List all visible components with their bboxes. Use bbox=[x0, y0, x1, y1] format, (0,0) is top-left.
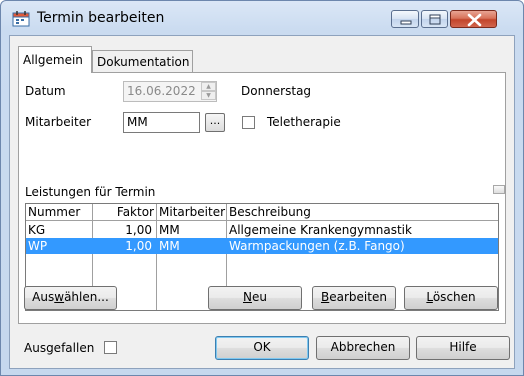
column-header-nummer[interactable]: Nummer bbox=[26, 204, 93, 220]
dialog-window: Termin bearbeiten Allgemein Dokumentatio… bbox=[0, 0, 524, 376]
neu-label-post: eu bbox=[251, 290, 267, 304]
ausgefallen-checkbox[interactable] bbox=[104, 341, 117, 354]
cell-nummer: WP bbox=[28, 239, 48, 253]
auswaehlen-label-pre: Aus bbox=[32, 290, 55, 304]
loeschen-label-post: öschen bbox=[432, 290, 476, 304]
neu-label-accel: N bbox=[243, 290, 252, 304]
abbrechen-button[interactable]: Abbrechen bbox=[316, 336, 410, 360]
ok-button[interactable]: OK bbox=[215, 336, 309, 360]
tab-dokumentation[interactable]: Dokumentation bbox=[92, 50, 193, 72]
datum-field[interactable]: 16.06.2022 ▲ ▼ bbox=[123, 81, 217, 102]
cell-faktor: 1,00 bbox=[125, 223, 152, 237]
cell-nummer: KG bbox=[28, 223, 46, 237]
column-header-faktor[interactable]: Faktor bbox=[93, 204, 157, 220]
datum-value: 16.06.2022 bbox=[127, 84, 196, 98]
title-bar[interactable]: Termin bearbeiten bbox=[1, 1, 523, 35]
bearbeiten-button[interactable]: Bearbeiten bbox=[312, 286, 396, 310]
table-row[interactable]: KG 1,00 MM Allgemeine Krankengymnastik bbox=[26, 222, 498, 238]
hilfe-button[interactable]: Hilfe bbox=[416, 336, 510, 360]
maximize-button[interactable] bbox=[421, 10, 448, 28]
table-header: Nummer Faktor Mitarbeiter Beschreibung bbox=[26, 204, 498, 221]
leistungen-options-button[interactable] bbox=[493, 185, 505, 194]
leistungen-title: Leistungen für Termin bbox=[25, 185, 156, 199]
teletherapie-checkbox[interactable] bbox=[242, 116, 255, 129]
mitarbeiter-label: Mitarbeiter bbox=[25, 115, 92, 129]
auswaehlen-label-post: ählen... bbox=[64, 290, 109, 304]
loeschen-button[interactable]: Löschen bbox=[404, 286, 498, 310]
column-header-beschreibung[interactable]: Beschreibung bbox=[227, 204, 498, 220]
cell-faktor: 1,00 bbox=[125, 239, 152, 253]
auswaehlen-label-accel: w bbox=[54, 290, 65, 304]
mitarbeiter-browse-button[interactable]: ... bbox=[205, 113, 225, 132]
weekday-label: Donnerstag bbox=[241, 84, 312, 98]
maximize-icon bbox=[429, 14, 441, 25]
spin-up-icon[interactable]: ▲ bbox=[201, 82, 216, 91]
teletherapie-label: Teletherapie bbox=[267, 115, 341, 129]
column-header-mitarbeiter[interactable]: Mitarbeiter bbox=[157, 204, 227, 220]
datum-label: Datum bbox=[25, 84, 66, 98]
cell-beschreibung: Warmpackungen (z.B. Fango) bbox=[229, 239, 405, 253]
spin-down-icon[interactable]: ▼ bbox=[201, 91, 216, 100]
cell-mitarbeiter: MM bbox=[159, 239, 180, 253]
close-button[interactable] bbox=[450, 10, 497, 28]
datum-spinner[interactable]: ▲ ▼ bbox=[201, 82, 216, 101]
table-row-selected[interactable]: WP 1,00 MM Warmpackungen (z.B. Fango) bbox=[26, 238, 498, 254]
close-icon bbox=[467, 13, 482, 27]
mitarbeiter-input[interactable]: MM bbox=[123, 112, 200, 133]
cell-mitarbeiter: MM bbox=[159, 223, 180, 237]
dialog-client-area: Allgemein Dokumentation Datum 16.06.2022… bbox=[9, 35, 515, 369]
cell-beschreibung: Allgemeine Krankengymnastik bbox=[229, 223, 412, 237]
neu-button[interactable]: Neu bbox=[208, 286, 302, 310]
auswaehlen-button[interactable]: Auswählen... bbox=[24, 286, 117, 310]
tab-allgemein[interactable]: Allgemein bbox=[18, 46, 92, 73]
minimize-button[interactable] bbox=[391, 10, 419, 28]
ausgefallen-label: Ausgefallen bbox=[24, 341, 95, 355]
minimize-icon bbox=[400, 20, 412, 25]
bearbeiten-label-post: earbeiten bbox=[329, 290, 387, 304]
calendar-icon bbox=[12, 11, 30, 27]
window-title: Termin bearbeiten bbox=[37, 10, 165, 26]
